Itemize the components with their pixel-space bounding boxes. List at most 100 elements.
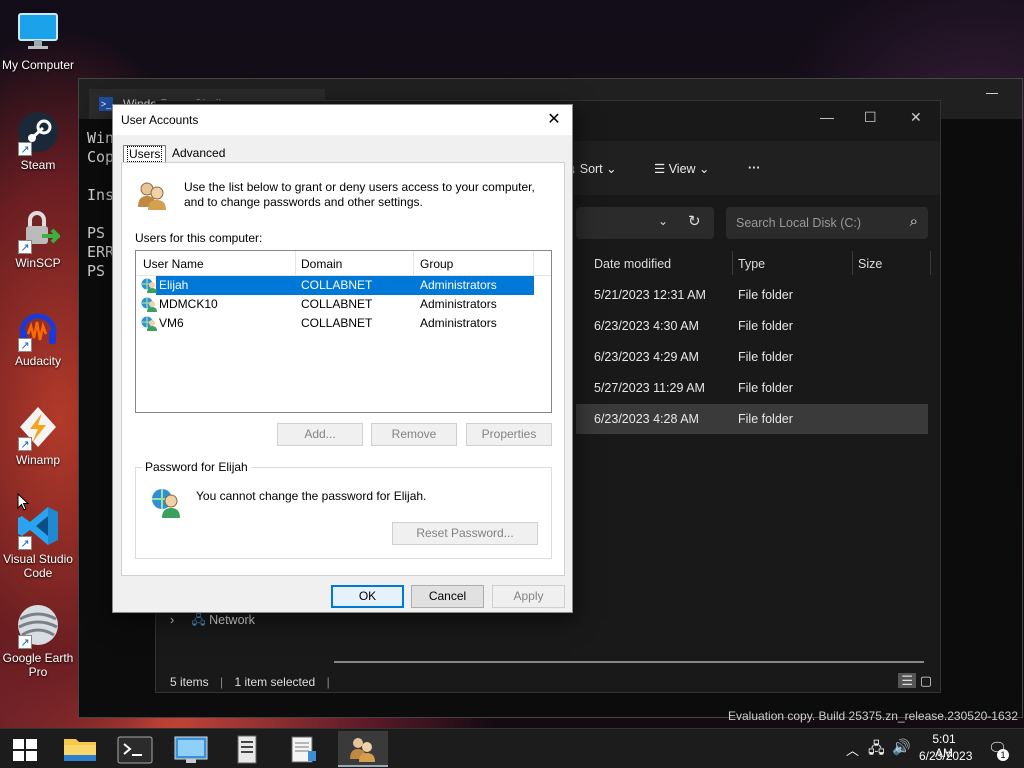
close-icon[interactable]: ✕ <box>910 109 922 126</box>
taskbar-notepad[interactable] <box>279 731 329 767</box>
winamp-icon: ↗ <box>16 405 60 451</box>
taskbar-powershell[interactable] <box>110 731 160 767</box>
minimize-icon[interactable] <box>986 93 998 94</box>
remove-user-button[interactable]: Remove <box>371 423 457 446</box>
row-date: 6/23/2023 4:29 AM <box>594 350 699 364</box>
view-button[interactable]: ☰ View ⌄ <box>654 161 710 176</box>
more-options-button[interactable]: ··· <box>748 161 761 175</box>
user-globe-icon <box>141 277 157 293</box>
details-view-icon[interactable]: ☰ <box>898 673 917 688</box>
reset-password-button[interactable]: Reset Password... <box>392 522 538 545</box>
user-name: MDMCK10 <box>159 297 218 311</box>
status-divider: | <box>220 675 224 689</box>
explorer-row[interactable]: 5/21/2023 12:31 AM File folder <box>576 280 928 310</box>
address-bar[interactable]: ⌄ ↻ <box>576 207 714 239</box>
desktop-icon-label: Audacity <box>14 354 62 368</box>
column-divider[interactable] <box>930 251 931 275</box>
row-type: File folder <box>738 350 793 364</box>
chevron-down-icon[interactable]: ⌄ <box>658 214 668 228</box>
steam-icon: ↗ <box>16 110 60 156</box>
column-divider[interactable] <box>295 251 296 275</box>
row-date: 6/23/2023 4:28 AM <box>594 412 699 426</box>
taskbar-file-explorer[interactable] <box>55 731 105 767</box>
horizontal-scrollbar[interactable] <box>334 661 924 663</box>
close-icon[interactable]: ✕ <box>544 110 564 130</box>
column-type[interactable]: Type <box>738 257 765 271</box>
tab-users[interactable]: Users <box>123 145 167 162</box>
explorer-row[interactable]: 5/27/2023 11:29 AM File folder <box>576 373 928 403</box>
column-divider[interactable] <box>533 251 534 275</box>
desktop-icon-winscp[interactable]: ↗ WinSCP <box>0 208 76 270</box>
column-divider[interactable] <box>413 251 414 275</box>
taskbar-server-manager[interactable] <box>222 731 272 767</box>
column-divider[interactable] <box>852 251 853 275</box>
explorer-row[interactable]: 6/23/2023 4:30 AM File folder <box>576 311 928 341</box>
nav-item-network[interactable]: › 🖧 Network <box>170 611 255 632</box>
users-icon <box>350 738 375 762</box>
user-row[interactable]: MDMCK10 COLLABNET Administrators <box>136 295 534 314</box>
users-listview[interactable]: User Name Domain Group Elijah COLLABNET … <box>135 250 552 413</box>
row-date: 5/27/2023 11:29 AM <box>594 381 705 395</box>
chevron-up-icon[interactable]: ︿ <box>846 740 859 759</box>
sort-label: Sort <box>579 162 603 176</box>
search-icon[interactable]: ⌕ <box>910 213 918 230</box>
terminal-icon <box>117 736 153 764</box>
user-group: Administrators <box>420 297 497 311</box>
desktop-icon-google-earth[interactable]: ↗ Google Earth Pro <box>0 603 76 679</box>
desktop-icon-steam[interactable]: ↗ Steam <box>0 110 76 172</box>
desktop-icon-winamp[interactable]: ↗ Winamp <box>0 405 76 467</box>
apply-button[interactable]: Apply <box>492 585 565 608</box>
view-label: View <box>668 162 696 176</box>
notification-badge: 1 <box>997 749 1009 761</box>
user-row-selected[interactable]: Elijah COLLABNET Administrators <box>136 276 534 295</box>
column-divider[interactable] <box>732 251 733 275</box>
column-domain[interactable]: Domain <box>301 257 342 271</box>
maximize-icon[interactable]: ☐ <box>864 109 877 126</box>
ok-button[interactable]: OK <box>331 585 404 608</box>
user-accounts-dialog[interactable]: User Accounts ✕ Users Advanced Use the l… <box>112 104 573 613</box>
explorer-row-selected[interactable]: 6/23/2023 4:28 AM File folder <box>576 404 928 434</box>
start-button[interactable] <box>0 731 50 767</box>
desktop-icon-vscode[interactable]: ↗ Visual Studio Code <box>0 504 76 580</box>
add-user-button[interactable]: Add... <box>277 423 363 446</box>
sort-button[interactable]: ↓ Sort ⌄ <box>570 161 617 176</box>
cancel-button[interactable]: Cancel <box>411 585 484 608</box>
dialog-titlebar[interactable]: User Accounts ✕ <box>113 105 572 135</box>
column-date-modified[interactable]: Date modified <box>594 257 671 271</box>
chevron-right-icon[interactable]: › <box>170 613 174 627</box>
taskbar-user-accounts[interactable] <box>338 731 388 767</box>
desktop-icon-my-computer[interactable]: My Computer <box>0 10 76 72</box>
volume-icon[interactable]: 🔊 <box>892 738 911 756</box>
desktop-icon-audacity[interactable]: ↗ Audacity <box>0 306 76 368</box>
remote-desktop-icon <box>174 736 208 763</box>
view-toggle: ☰ ▢ <box>898 673 932 689</box>
minimize-icon[interactable]: — <box>820 109 834 125</box>
column-size[interactable]: Size <box>858 257 882 271</box>
desktop-icon-label: Google Earth Pro <box>2 651 74 679</box>
shortcut-arrow-icon: ↗ <box>18 142 32 156</box>
users-list-label: Users for this computer: <box>135 231 263 245</box>
mouse-cursor-icon <box>17 492 30 514</box>
clock-date[interactable]: 6/23/2023 <box>919 749 972 763</box>
refresh-icon[interactable]: ↻ <box>688 212 701 230</box>
server-icon <box>237 735 257 764</box>
tab-advanced[interactable]: Advanced <box>169 145 228 161</box>
column-user-name[interactable]: User Name <box>143 257 204 271</box>
user-domain: COLLABNET <box>301 278 373 292</box>
status-bar: 5 items | 1 item selected | <box>170 675 330 689</box>
taskbar-remote-desktop[interactable] <box>166 731 216 767</box>
row-type: File folder <box>738 288 793 302</box>
row-type: File folder <box>738 412 793 426</box>
properties-button[interactable]: Properties <box>466 423 552 446</box>
tiles-view-icon[interactable]: ▢ <box>920 673 932 688</box>
status-selected-count: 1 item selected <box>234 675 316 689</box>
explorer-row[interactable]: 6/23/2023 4:29 AM File folder <box>576 342 928 372</box>
network-icon: 🖧 <box>191 613 206 627</box>
network-tray-icon[interactable]: 🖧 <box>868 738 885 763</box>
user-row[interactable]: VM6 COLLABNET Administrators <box>136 314 534 333</box>
column-group[interactable]: Group <box>420 257 453 271</box>
winscp-icon: ↗ <box>16 208 63 254</box>
row-date: 6/23/2023 4:30 AM <box>594 319 699 333</box>
explorer-column-header: Date modified Type Size <box>576 251 936 277</box>
status-divider: | <box>326 675 330 689</box>
